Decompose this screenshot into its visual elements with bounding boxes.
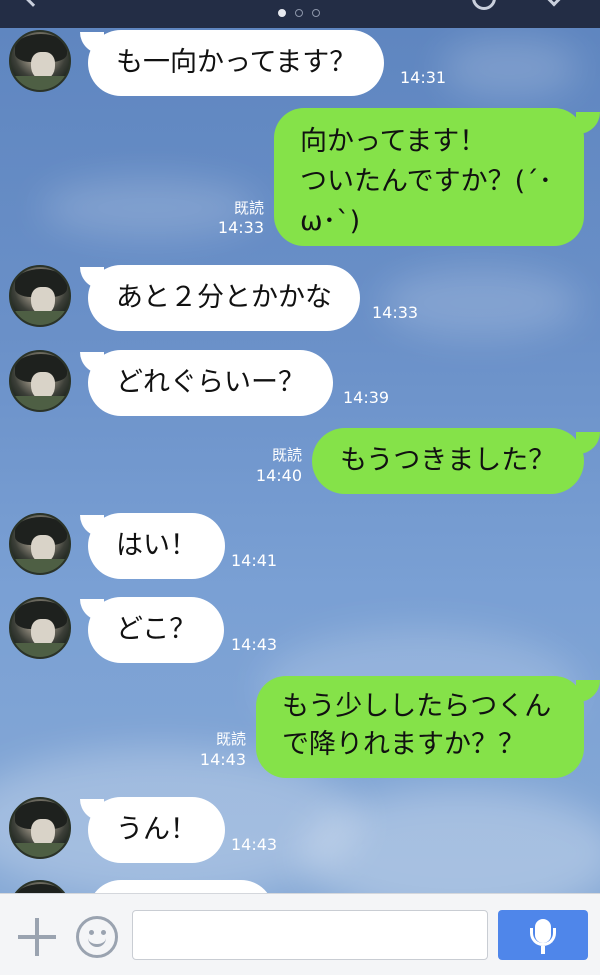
message-text[interactable]: も一向かってます？ bbox=[88, 30, 385, 96]
message-text[interactable]: あと２分とかかな bbox=[88, 265, 360, 331]
header-bar bbox=[0, 0, 600, 28]
page-dot-icon bbox=[312, 9, 320, 17]
page-dot-icon bbox=[295, 9, 303, 17]
input-bar bbox=[0, 893, 600, 975]
avatar[interactable] bbox=[9, 350, 71, 412]
avatar[interactable] bbox=[9, 597, 71, 659]
microphone-button[interactable] bbox=[498, 910, 588, 960]
circle-icon[interactable] bbox=[472, 0, 496, 10]
message-text[interactable]: もう少ししたらつくん で降りれますか？？ bbox=[256, 676, 584, 778]
chevron-icon[interactable] bbox=[545, 0, 563, 7]
avatar[interactable] bbox=[9, 513, 71, 575]
message-time: 14:39 bbox=[343, 388, 390, 407]
read-receipt: 既読 bbox=[233, 199, 264, 217]
message-text[interactable]: どこ？ bbox=[88, 597, 225, 663]
message-line: ω･`) bbox=[300, 206, 361, 237]
read-receipt: 既読 bbox=[215, 730, 246, 748]
message-text[interactable]: うん！ bbox=[88, 797, 225, 863]
message-time: 14:43 bbox=[231, 635, 278, 654]
page-dot-icon bbox=[278, 9, 286, 17]
avatar[interactable] bbox=[9, 265, 71, 327]
message-text[interactable]: はい！ bbox=[88, 513, 225, 579]
message-line: 向かってます！ bbox=[300, 126, 487, 157]
message-time: 14:33 bbox=[372, 303, 419, 322]
message-text[interactable]: 向かってます！ ついたんですか？(´･ ω･`) bbox=[274, 108, 584, 246]
emoji-icon[interactable] bbox=[76, 916, 118, 958]
message-input[interactable] bbox=[132, 910, 488, 960]
message-line: ついたんですか？(´･ bbox=[300, 166, 553, 197]
avatar[interactable] bbox=[9, 30, 71, 92]
message-time: 14:43 bbox=[231, 835, 278, 854]
message-line: で降りれますか？？ bbox=[282, 729, 525, 760]
avatar[interactable] bbox=[9, 797, 71, 859]
page-indicator bbox=[278, 9, 320, 17]
message-time: 14:33 bbox=[217, 218, 264, 237]
message-time: 14:31 bbox=[400, 68, 447, 87]
message-text[interactable]: どれぐらいー？ bbox=[88, 350, 333, 416]
message-time: 14:43 bbox=[199, 750, 246, 769]
message-time: 14:41 bbox=[231, 551, 278, 570]
back-icon[interactable] bbox=[23, 0, 43, 7]
message-text[interactable]: もうつきました？ bbox=[312, 428, 584, 494]
plus-icon[interactable] bbox=[18, 918, 56, 956]
message-time: 14:40 bbox=[255, 466, 302, 485]
chat-screen: も一向かってます？ 14:31 向かってます！ ついたんですか？(´･ ω･`)… bbox=[0, 0, 600, 975]
message-line: もう少ししたらつくん bbox=[282, 691, 552, 722]
read-receipt: 既読 bbox=[271, 446, 302, 464]
